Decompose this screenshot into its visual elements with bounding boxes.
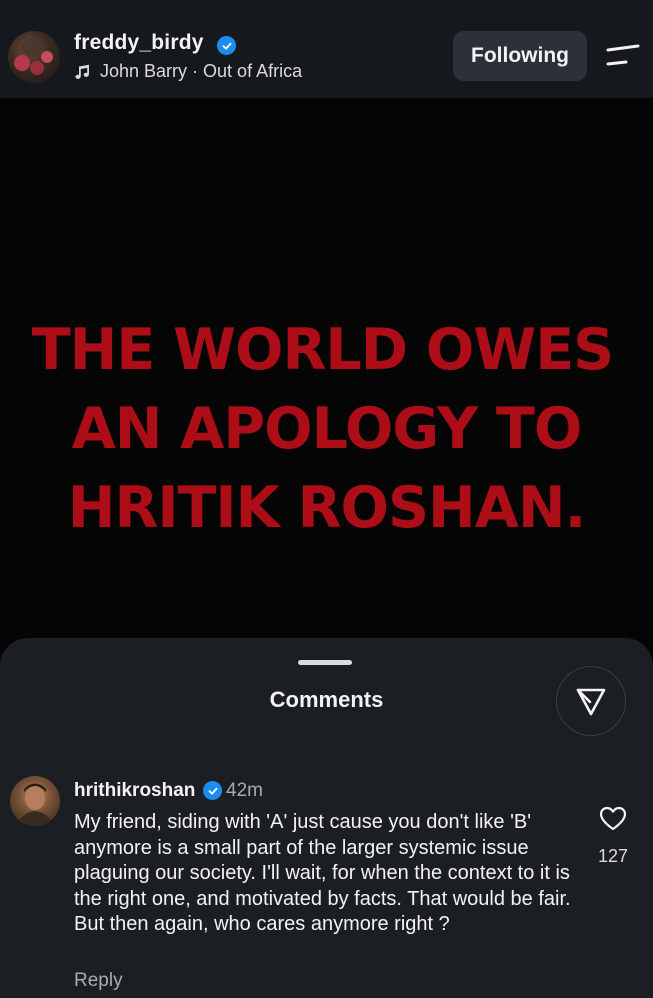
music-info[interactable]: John Barry · Out of Africa	[74, 61, 302, 82]
music-artist: John Barry	[100, 61, 188, 81]
share-button[interactable]	[556, 666, 626, 736]
post-headline: THE WORLD OWES AN APOLOGY TO HRITIK ROSH…	[0, 311, 653, 548]
sheet-drag-handle[interactable]	[298, 660, 352, 665]
comment-timestamp: 42m	[226, 780, 263, 801]
music-track: Out of Africa	[203, 61, 303, 81]
verified-badge-icon	[217, 36, 236, 55]
reply-button[interactable]: Reply	[74, 970, 123, 992]
avatar[interactable]	[8, 31, 60, 83]
comment-username[interactable]: hrithikroshan	[74, 780, 195, 802]
headline-line: HRITIK ROSHAN.	[67, 475, 586, 541]
headline-line: AN APOLOGY TO	[71, 396, 583, 462]
menu-icon[interactable]	[604, 44, 640, 70]
send-icon	[576, 688, 606, 716]
comment-text: My friend, siding with 'A' just cause yo…	[74, 811, 571, 935]
headline-line: THE WORLD OWES	[31, 317, 614, 383]
comment-avatar[interactable]	[10, 776, 60, 826]
comments-sheet: Comments hrithikroshan 42m My friend, si…	[0, 638, 653, 998]
verified-badge-icon	[203, 781, 222, 800]
post-header: freddy_birdy John Barry · Out of Africa …	[0, 0, 653, 98]
reel-screen: freddy_birdy John Barry · Out of Africa …	[0, 0, 653, 998]
music-note-icon	[75, 64, 89, 79]
like-count: 127	[597, 846, 629, 866]
heart-icon[interactable]	[599, 806, 627, 832]
music-separator: ·	[187, 61, 204, 81]
post-media[interactable]: THE WORLD OWES AN APOLOGY TO HRITIK ROSH…	[0, 98, 653, 658]
username[interactable]: freddy_birdy	[74, 31, 204, 55]
following-button[interactable]: Following	[453, 31, 587, 81]
